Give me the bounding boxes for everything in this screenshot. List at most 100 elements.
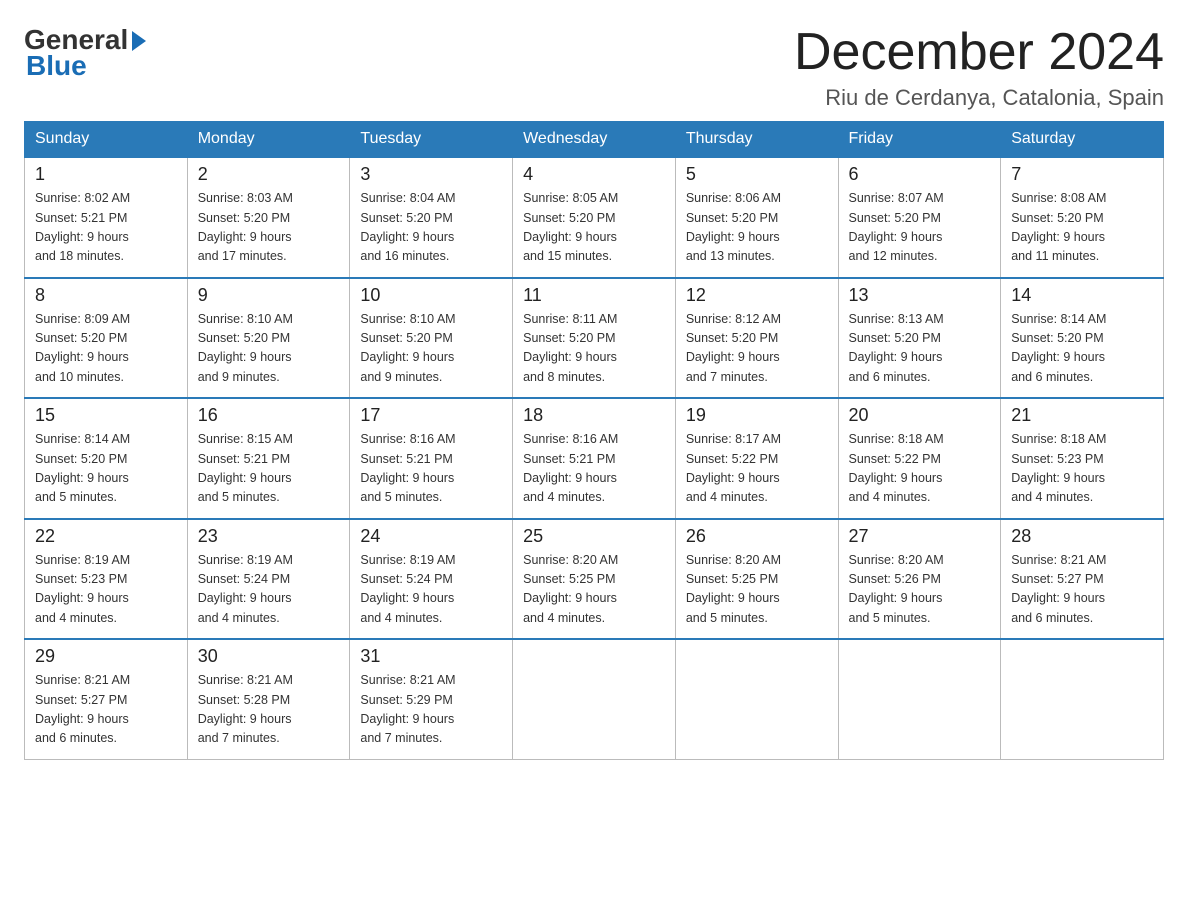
logo-arrow-icon [132,31,146,51]
calendar-cell: 1 Sunrise: 8:02 AM Sunset: 5:21 PM Dayli… [25,157,188,278]
calendar-cell: 19 Sunrise: 8:17 AM Sunset: 5:22 PM Dayl… [675,398,838,519]
calendar-cell: 11 Sunrise: 8:11 AM Sunset: 5:20 PM Dayl… [513,278,676,399]
calendar-cell [1001,639,1164,759]
day-info: Sunrise: 8:05 AM Sunset: 5:20 PM Dayligh… [523,189,665,267]
week-row-3: 15 Sunrise: 8:14 AM Sunset: 5:20 PM Dayl… [25,398,1164,519]
calendar-cell: 3 Sunrise: 8:04 AM Sunset: 5:20 PM Dayli… [350,157,513,278]
day-info: Sunrise: 8:20 AM Sunset: 5:26 PM Dayligh… [849,551,991,629]
header-monday: Monday [187,122,350,158]
logo: General Blue [24,24,146,82]
week-row-5: 29 Sunrise: 8:21 AM Sunset: 5:27 PM Dayl… [25,639,1164,759]
page-header: General Blue December 2024 Riu de Cerdan… [24,24,1164,111]
day-info: Sunrise: 8:18 AM Sunset: 5:22 PM Dayligh… [849,430,991,508]
day-number: 29 [35,646,177,667]
header-sunday: Sunday [25,122,188,158]
calendar-cell [838,639,1001,759]
calendar-cell: 20 Sunrise: 8:18 AM Sunset: 5:22 PM Dayl… [838,398,1001,519]
calendar-cell: 18 Sunrise: 8:16 AM Sunset: 5:21 PM Dayl… [513,398,676,519]
calendar-cell: 17 Sunrise: 8:16 AM Sunset: 5:21 PM Dayl… [350,398,513,519]
day-number: 24 [360,526,502,547]
calendar-cell: 2 Sunrise: 8:03 AM Sunset: 5:20 PM Dayli… [187,157,350,278]
calendar-cell: 5 Sunrise: 8:06 AM Sunset: 5:20 PM Dayli… [675,157,838,278]
calendar-cell: 16 Sunrise: 8:15 AM Sunset: 5:21 PM Dayl… [187,398,350,519]
day-info: Sunrise: 8:13 AM Sunset: 5:20 PM Dayligh… [849,310,991,388]
calendar-cell: 4 Sunrise: 8:05 AM Sunset: 5:20 PM Dayli… [513,157,676,278]
day-info: Sunrise: 8:20 AM Sunset: 5:25 PM Dayligh… [523,551,665,629]
day-info: Sunrise: 8:07 AM Sunset: 5:20 PM Dayligh… [849,189,991,267]
calendar-cell: 8 Sunrise: 8:09 AM Sunset: 5:20 PM Dayli… [25,278,188,399]
day-info: Sunrise: 8:16 AM Sunset: 5:21 PM Dayligh… [360,430,502,508]
calendar-cell: 31 Sunrise: 8:21 AM Sunset: 5:29 PM Dayl… [350,639,513,759]
day-number: 19 [686,405,828,426]
day-number: 16 [198,405,340,426]
day-info: Sunrise: 8:11 AM Sunset: 5:20 PM Dayligh… [523,310,665,388]
title-block: December 2024 Riu de Cerdanya, Catalonia… [794,24,1164,111]
day-number: 8 [35,285,177,306]
day-number: 22 [35,526,177,547]
day-info: Sunrise: 8:20 AM Sunset: 5:25 PM Dayligh… [686,551,828,629]
days-header-row: Sunday Monday Tuesday Wednesday Thursday… [25,122,1164,158]
calendar-cell: 28 Sunrise: 8:21 AM Sunset: 5:27 PM Dayl… [1001,519,1164,640]
day-info: Sunrise: 8:06 AM Sunset: 5:20 PM Dayligh… [686,189,828,267]
day-number: 26 [686,526,828,547]
day-number: 18 [523,405,665,426]
header-tuesday: Tuesday [350,122,513,158]
day-info: Sunrise: 8:21 AM Sunset: 5:27 PM Dayligh… [35,671,177,749]
day-number: 15 [35,405,177,426]
calendar-cell: 14 Sunrise: 8:14 AM Sunset: 5:20 PM Dayl… [1001,278,1164,399]
day-number: 21 [1011,405,1153,426]
day-info: Sunrise: 8:03 AM Sunset: 5:20 PM Dayligh… [198,189,340,267]
week-row-4: 22 Sunrise: 8:19 AM Sunset: 5:23 PM Dayl… [25,519,1164,640]
day-info: Sunrise: 8:04 AM Sunset: 5:20 PM Dayligh… [360,189,502,267]
calendar-cell: 24 Sunrise: 8:19 AM Sunset: 5:24 PM Dayl… [350,519,513,640]
day-number: 30 [198,646,340,667]
calendar-cell [675,639,838,759]
day-number: 1 [35,164,177,185]
day-info: Sunrise: 8:19 AM Sunset: 5:23 PM Dayligh… [35,551,177,629]
calendar-cell: 21 Sunrise: 8:18 AM Sunset: 5:23 PM Dayl… [1001,398,1164,519]
logo-blue-text: Blue [26,50,87,82]
day-info: Sunrise: 8:21 AM Sunset: 5:29 PM Dayligh… [360,671,502,749]
day-number: 10 [360,285,502,306]
day-number: 23 [198,526,340,547]
day-number: 13 [849,285,991,306]
calendar-cell: 7 Sunrise: 8:08 AM Sunset: 5:20 PM Dayli… [1001,157,1164,278]
day-number: 4 [523,164,665,185]
day-info: Sunrise: 8:15 AM Sunset: 5:21 PM Dayligh… [198,430,340,508]
week-row-1: 1 Sunrise: 8:02 AM Sunset: 5:21 PM Dayli… [25,157,1164,278]
calendar-cell: 10 Sunrise: 8:10 AM Sunset: 5:20 PM Dayl… [350,278,513,399]
day-number: 31 [360,646,502,667]
header-friday: Friday [838,122,1001,158]
day-info: Sunrise: 8:14 AM Sunset: 5:20 PM Dayligh… [1011,310,1153,388]
calendar-cell: 15 Sunrise: 8:14 AM Sunset: 5:20 PM Dayl… [25,398,188,519]
calendar-cell: 29 Sunrise: 8:21 AM Sunset: 5:27 PM Dayl… [25,639,188,759]
calendar-table: Sunday Monday Tuesday Wednesday Thursday… [24,121,1164,760]
day-info: Sunrise: 8:19 AM Sunset: 5:24 PM Dayligh… [198,551,340,629]
day-info: Sunrise: 8:12 AM Sunset: 5:20 PM Dayligh… [686,310,828,388]
day-info: Sunrise: 8:08 AM Sunset: 5:20 PM Dayligh… [1011,189,1153,267]
day-info: Sunrise: 8:14 AM Sunset: 5:20 PM Dayligh… [35,430,177,508]
header-wednesday: Wednesday [513,122,676,158]
day-info: Sunrise: 8:21 AM Sunset: 5:28 PM Dayligh… [198,671,340,749]
calendar-cell: 13 Sunrise: 8:13 AM Sunset: 5:20 PM Dayl… [838,278,1001,399]
day-number: 9 [198,285,340,306]
day-number: 5 [686,164,828,185]
day-number: 25 [523,526,665,547]
day-number: 3 [360,164,502,185]
day-number: 7 [1011,164,1153,185]
day-number: 14 [1011,285,1153,306]
calendar-cell: 9 Sunrise: 8:10 AM Sunset: 5:20 PM Dayli… [187,278,350,399]
header-saturday: Saturday [1001,122,1164,158]
header-thursday: Thursday [675,122,838,158]
calendar-title: December 2024 [794,24,1164,81]
calendar-cell: 27 Sunrise: 8:20 AM Sunset: 5:26 PM Dayl… [838,519,1001,640]
day-info: Sunrise: 8:18 AM Sunset: 5:23 PM Dayligh… [1011,430,1153,508]
day-info: Sunrise: 8:19 AM Sunset: 5:24 PM Dayligh… [360,551,502,629]
calendar-cell: 12 Sunrise: 8:12 AM Sunset: 5:20 PM Dayl… [675,278,838,399]
day-info: Sunrise: 8:16 AM Sunset: 5:21 PM Dayligh… [523,430,665,508]
day-number: 20 [849,405,991,426]
day-number: 2 [198,164,340,185]
day-number: 17 [360,405,502,426]
calendar-cell [513,639,676,759]
calendar-cell: 26 Sunrise: 8:20 AM Sunset: 5:25 PM Dayl… [675,519,838,640]
